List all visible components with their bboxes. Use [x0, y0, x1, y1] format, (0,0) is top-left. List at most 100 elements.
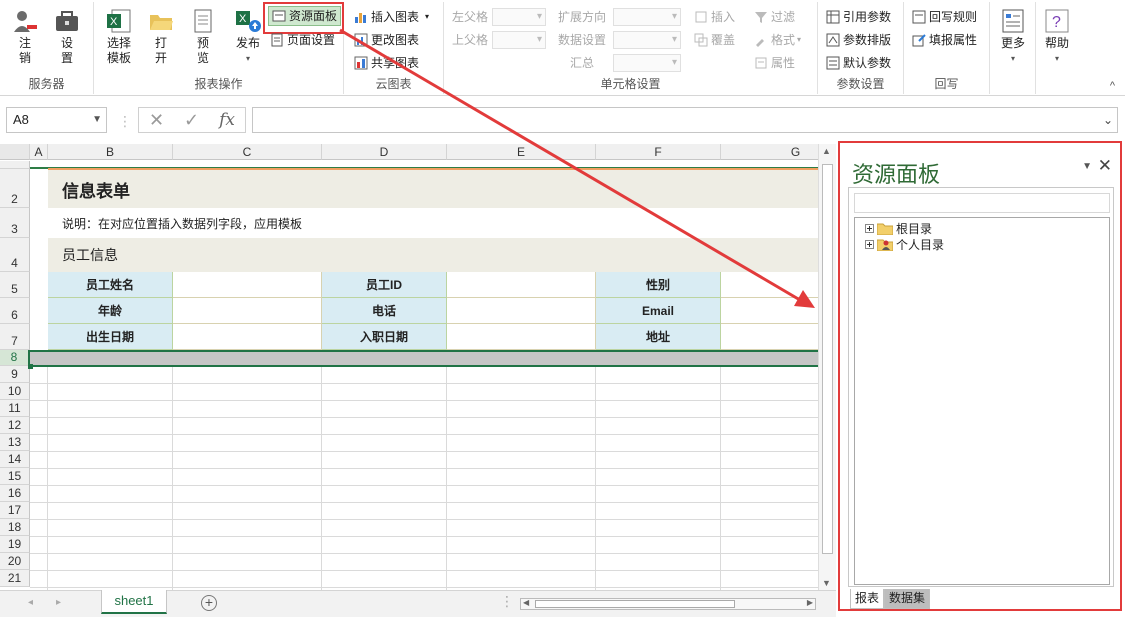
- row-header-19[interactable]: 19: [0, 536, 30, 553]
- row-header-5[interactable]: 5: [0, 272, 30, 298]
- row-header-9[interactable]: 9: [0, 366, 30, 383]
- row-header-18[interactable]: 18: [0, 519, 30, 536]
- spreadsheet-grid[interactable]: A B C D E F G 2 3 4 5 6 7 8 9 10 11 12 1…: [0, 144, 818, 590]
- row-header-17[interactable]: 17: [0, 502, 30, 519]
- cancel-icon[interactable]: ✕: [149, 110, 164, 131]
- row-header-11[interactable]: 11: [0, 400, 30, 417]
- select-all-corner[interactable]: [0, 144, 30, 160]
- resource-tree[interactable]: 根目录 个人目录: [854, 217, 1110, 585]
- writeback-rule-button[interactable]: 回写规则: [912, 7, 977, 27]
- insert-chart-button[interactable]: 插入图表 ▾: [354, 7, 429, 27]
- value-birth-date[interactable]: [173, 324, 322, 350]
- row-header-1[interactable]: [0, 161, 30, 169]
- row-header-15[interactable]: 15: [0, 468, 30, 485]
- value-emp-id[interactable]: [447, 272, 596, 298]
- logout-button[interactable]: 注 销: [8, 6, 42, 66]
- vertical-scrollbar[interactable]: ▲ ▼: [818, 144, 836, 590]
- row-header-12[interactable]: 12: [0, 417, 30, 434]
- help-button[interactable]: ? 帮助 ▾: [1040, 6, 1074, 66]
- row-header-14[interactable]: 14: [0, 451, 30, 468]
- param-layout-button[interactable]: 参数排版: [826, 30, 891, 50]
- summary-select[interactable]: [613, 54, 681, 72]
- next-sheet-icon[interactable]: ▸: [56, 597, 61, 608]
- row-header-6[interactable]: 6: [0, 298, 30, 324]
- row-header-21[interactable]: 21: [0, 570, 30, 587]
- add-sheet-icon[interactable]: +: [201, 595, 217, 611]
- value-hire-date[interactable]: [447, 324, 596, 350]
- name-box-dropdown-icon[interactable]: ▼: [92, 108, 102, 132]
- col-header-d[interactable]: D: [322, 144, 447, 160]
- close-icon[interactable]: ✕: [1098, 156, 1112, 176]
- modify-chart-button[interactable]: 更改图表: [354, 30, 419, 50]
- insert-chart-dropdown-icon[interactable]: ▾: [425, 7, 429, 27]
- value-gender[interactable]: [721, 272, 818, 298]
- preview-button[interactable]: 预 览: [186, 6, 220, 66]
- filter-button[interactable]: 过滤: [754, 7, 795, 27]
- reference-param-button[interactable]: 引用参数: [826, 7, 891, 27]
- label-gender[interactable]: 性别: [596, 272, 721, 298]
- form-description[interactable]: 说明：在对应位置插入数据列字段，应用模板: [48, 208, 818, 238]
- form-title[interactable]: 信息表单: [48, 170, 818, 208]
- col-header-a[interactable]: A: [30, 144, 48, 160]
- more-button[interactable]: 更多 ▾: [996, 6, 1030, 66]
- select-template-button[interactable]: X 选择 模板: [102, 6, 136, 66]
- selected-row-8[interactable]: [30, 350, 818, 367]
- row-header-8[interactable]: 8: [0, 350, 30, 366]
- label-emp-id[interactable]: 员工ID: [322, 272, 447, 298]
- tab-splitter[interactable]: ⋮: [500, 593, 514, 610]
- col-header-f[interactable]: F: [596, 144, 721, 160]
- formula-expand-icon[interactable]: ⌄: [1103, 113, 1113, 127]
- property-button[interactable]: 属性: [754, 53, 795, 73]
- format-button[interactable]: 格式 ▾: [754, 30, 801, 50]
- publish-button[interactable]: X 发布 ▾: [228, 6, 268, 66]
- row-header-13[interactable]: 13: [0, 434, 30, 451]
- label-address[interactable]: 地址: [596, 324, 721, 350]
- scroll-up-icon[interactable]: ▲: [822, 146, 831, 156]
- formula-input[interactable]: ⌄: [252, 107, 1118, 133]
- section-title[interactable]: 员工信息: [48, 238, 818, 272]
- label-email[interactable]: Email: [596, 298, 721, 324]
- expand-icon[interactable]: [865, 223, 874, 233]
- function-icon[interactable]: fx: [219, 110, 235, 130]
- sheet-tab[interactable]: sheet1: [101, 590, 167, 614]
- share-chart-button[interactable]: 共享图表: [354, 53, 419, 73]
- row-header-16[interactable]: 16: [0, 485, 30, 502]
- row-header-20[interactable]: 20: [0, 553, 30, 570]
- top-parent-select[interactable]: [492, 31, 546, 49]
- label-hire-date[interactable]: 入职日期: [322, 324, 447, 350]
- tree-item-root[interactable]: 根目录: [865, 220, 932, 236]
- label-birth-date[interactable]: 出生日期: [48, 324, 173, 350]
- default-param-button[interactable]: 默认参数: [826, 53, 891, 73]
- label-phone[interactable]: 电话: [322, 298, 447, 324]
- col-header-c[interactable]: C: [173, 144, 322, 160]
- name-box[interactable]: A8 ▼: [6, 107, 107, 133]
- vertical-scroll-thumb[interactable]: [822, 164, 833, 554]
- expand-direction-select[interactable]: [613, 8, 681, 26]
- scroll-down-icon[interactable]: ▼: [822, 578, 831, 588]
- overlay-button[interactable]: 覆盖: [694, 30, 735, 50]
- value-address[interactable]: [721, 324, 818, 350]
- horizontal-scroll-thumb[interactable]: [535, 600, 735, 608]
- page-setup-button[interactable]: 页面设置: [270, 30, 335, 50]
- expand-icon[interactable]: [865, 239, 874, 249]
- row-header-7[interactable]: 7: [0, 324, 30, 350]
- confirm-icon[interactable]: ✓: [184, 110, 199, 131]
- panel-menu-icon[interactable]: ▼: [1082, 161, 1092, 172]
- row-header-10[interactable]: 10: [0, 383, 30, 400]
- prev-sheet-icon[interactable]: ◂: [28, 597, 33, 608]
- row-header-2[interactable]: 2: [0, 169, 30, 208]
- collapse-ribbon-icon[interactable]: ^: [1110, 80, 1115, 92]
- fill-property-button[interactable]: 填报属性: [912, 30, 977, 50]
- tab-dataset[interactable]: 数据集: [884, 589, 931, 609]
- horizontal-scrollbar[interactable]: ◀ ▶: [520, 598, 816, 610]
- col-header-g[interactable]: G: [721, 144, 818, 160]
- insert-button[interactable]: 插入: [694, 7, 735, 27]
- scroll-right-icon[interactable]: ▶: [807, 598, 813, 607]
- value-phone[interactable]: [447, 298, 596, 324]
- settings-button[interactable]: 设 置: [50, 6, 84, 66]
- panel-search-input[interactable]: [854, 193, 1110, 213]
- value-email[interactable]: [721, 298, 818, 324]
- format-dropdown-icon[interactable]: ▾: [797, 30, 801, 50]
- row-header-3[interactable]: 3: [0, 208, 30, 238]
- value-name[interactable]: [173, 272, 322, 298]
